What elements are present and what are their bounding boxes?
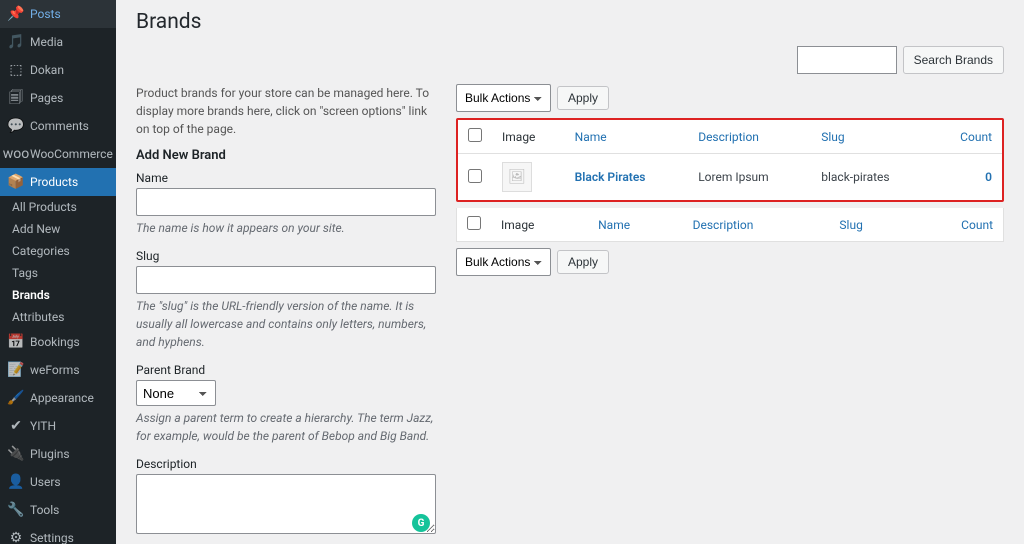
nav-posts[interactable]: 📌Posts bbox=[0, 0, 116, 28]
nav-users[interactable]: 👤Users bbox=[0, 468, 116, 496]
parent-label: Parent Brand bbox=[136, 363, 436, 377]
nav-dokan[interactable]: ⬚Dokan bbox=[0, 56, 116, 84]
page-title: Brands bbox=[136, 10, 1004, 34]
col-image: Image bbox=[492, 120, 565, 154]
brands-table-footer: Image Name Description Slug Count bbox=[456, 208, 1004, 242]
plugins-icon: 🔌 bbox=[8, 446, 24, 462]
dokan-icon: ⬚ bbox=[8, 62, 24, 78]
brands-table: Image Name Description Slug Count 🖼 bbox=[458, 120, 1002, 200]
description-textarea[interactable] bbox=[136, 474, 436, 534]
subnav-categories[interactable]: Categories bbox=[0, 240, 116, 262]
row-image-placeholder-icon: 🖼 bbox=[502, 162, 532, 192]
nav-weforms[interactable]: 📝weForms bbox=[0, 356, 116, 384]
nav-settings[interactable]: ⚙Settings bbox=[0, 524, 116, 544]
grammarly-icon: G bbox=[412, 514, 430, 532]
slug-input[interactable] bbox=[136, 266, 436, 294]
main-content: Brands Search Brands Product brands for … bbox=[116, 0, 1024, 544]
row-checkbox[interactable] bbox=[468, 169, 482, 183]
yith-icon: ✔ bbox=[8, 418, 24, 434]
foot-col-count[interactable]: Count bbox=[908, 208, 1003, 242]
settings-icon: ⚙ bbox=[8, 530, 24, 544]
slug-desc: The "slug" is the URL-friendly version o… bbox=[136, 297, 436, 351]
col-description[interactable]: Description bbox=[688, 120, 811, 154]
comments-icon: 💬 bbox=[8, 118, 24, 134]
foot-col-name[interactable]: Name bbox=[588, 208, 683, 242]
select-all-checkbox-bottom[interactable] bbox=[467, 216, 481, 230]
push-pin-icon: 📌 bbox=[8, 6, 24, 22]
nav-bookings[interactable]: 📅Bookings bbox=[0, 328, 116, 356]
slug-label: Slug bbox=[136, 249, 436, 263]
foot-col-image: Image bbox=[491, 208, 588, 242]
nav-tools[interactable]: 🔧Tools bbox=[0, 496, 116, 524]
brands-table-highlight: Image Name Description Slug Count 🖼 bbox=[456, 118, 1004, 202]
description-label: Description bbox=[136, 457, 436, 471]
apply-button-top[interactable]: Apply bbox=[557, 86, 609, 110]
weforms-icon: 📝 bbox=[8, 362, 24, 378]
nav-media[interactable]: 🎵Media bbox=[0, 28, 116, 56]
admin-sidebar: 📌Posts 🎵Media ⬚Dokan 🗐Pages 💬Comments wo… bbox=[0, 0, 116, 544]
users-icon: 👤 bbox=[8, 474, 24, 490]
nav-appearance[interactable]: 🖌️Appearance bbox=[0, 384, 116, 412]
bulk-actions-select-top[interactable]: Bulk Actions bbox=[456, 84, 551, 112]
tools-icon: 🔧 bbox=[8, 502, 24, 518]
subnav-all-products[interactable]: All Products bbox=[0, 196, 116, 218]
select-all-checkbox[interactable] bbox=[468, 128, 482, 142]
apply-button-bottom[interactable]: Apply bbox=[557, 250, 609, 274]
media-icon: 🎵 bbox=[8, 34, 24, 50]
add-brand-form: Product brands for your store can be man… bbox=[136, 84, 436, 544]
col-count[interactable]: Count bbox=[931, 120, 1002, 154]
nav-comments[interactable]: 💬Comments bbox=[0, 112, 116, 140]
subnav-brands[interactable]: Brands bbox=[0, 284, 116, 306]
row-slug: black-pirates bbox=[811, 154, 931, 201]
appearance-icon: 🖌️ bbox=[8, 390, 24, 406]
nav-pages[interactable]: 🗐Pages bbox=[0, 84, 116, 112]
bulk-actions-select-bottom[interactable]: Bulk Actions bbox=[456, 248, 551, 276]
foot-col-slug[interactable]: Slug bbox=[829, 208, 908, 242]
name-label: Name bbox=[136, 171, 436, 185]
col-slug[interactable]: Slug bbox=[811, 120, 931, 154]
brands-list-panel: Bulk Actions Apply Image Name Descriptio… bbox=[456, 84, 1004, 544]
subnav-tags[interactable]: Tags bbox=[0, 262, 116, 284]
table-row: 🖼 Black Pirates Lorem Ipsum black-pirate… bbox=[458, 154, 1002, 201]
search-brands-button[interactable]: Search Brands bbox=[903, 46, 1004, 74]
search-input[interactable] bbox=[797, 46, 897, 74]
bookings-icon: 📅 bbox=[8, 334, 24, 350]
nav-products[interactable]: 📦Products bbox=[0, 168, 116, 196]
nav-woocommerce[interactable]: wooWooCommerce bbox=[0, 140, 116, 168]
subnav-add-new[interactable]: Add New bbox=[0, 218, 116, 240]
products-icon: 📦 bbox=[8, 174, 24, 190]
name-desc: The name is how it appears on your site. bbox=[136, 219, 436, 237]
col-name[interactable]: Name bbox=[565, 120, 689, 154]
subnav-attributes[interactable]: Attributes bbox=[0, 306, 116, 328]
add-brand-heading: Add New Brand bbox=[136, 148, 436, 163]
nav-plugins[interactable]: 🔌Plugins bbox=[0, 440, 116, 468]
row-description: Lorem Ipsum bbox=[688, 154, 811, 201]
row-name-link[interactable]: Black Pirates bbox=[575, 170, 646, 184]
parent-desc: Assign a parent term to create a hierarc… bbox=[136, 409, 436, 445]
page-icon: 🗐 bbox=[8, 90, 24, 106]
intro-text: Product brands for your store can be man… bbox=[136, 84, 436, 138]
parent-select[interactable]: None bbox=[136, 380, 216, 406]
name-input[interactable] bbox=[136, 188, 436, 216]
woocommerce-icon: woo bbox=[8, 146, 24, 162]
nav-yith[interactable]: ✔YITH bbox=[0, 412, 116, 440]
foot-col-description[interactable]: Description bbox=[683, 208, 830, 242]
row-count-link[interactable]: 0 bbox=[985, 170, 992, 184]
